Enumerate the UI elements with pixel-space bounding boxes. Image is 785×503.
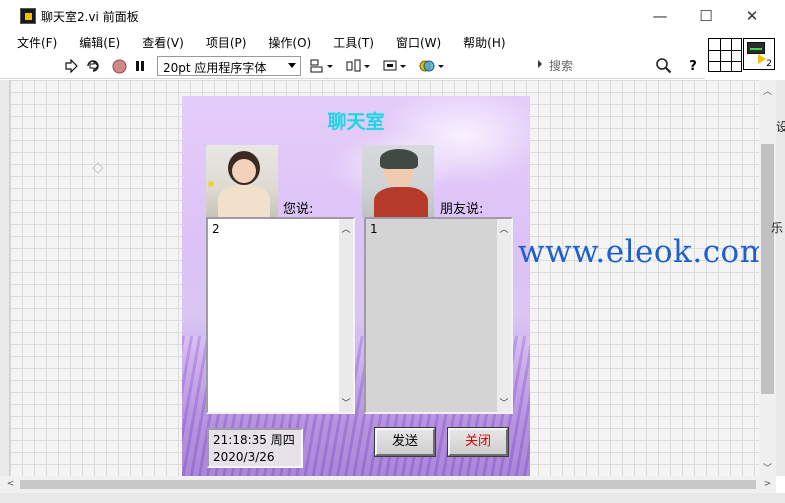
vi-icon[interactable]: 2 <box>743 38 775 70</box>
photo-hat <box>380 149 418 169</box>
bottom-edge-strip <box>0 493 785 503</box>
friend-message-scrollbar[interactable]: ︿ ﹀ <box>497 219 511 412</box>
run-arrow-icon[interactable] <box>62 57 80 75</box>
left-edge-strip <box>0 80 10 476</box>
menu-window[interactable]: 窗口(W) <box>396 31 448 53</box>
menu-operate[interactable]: 操作(O) <box>268 31 318 53</box>
friend-message-label: 朋友说: <box>440 202 484 217</box>
maximize-button[interactable]: ☐ <box>686 4 726 28</box>
vi-icon-number: 2 <box>766 59 772 69</box>
menu-view[interactable]: 查看(V) <box>142 31 191 53</box>
vi-icon-screen <box>747 42 765 54</box>
scroll-down-icon[interactable]: ﹀ <box>759 461 776 474</box>
scroll-up-icon[interactable]: ︿ <box>759 84 776 97</box>
font-selector-value: 20pt 应用程序字体 <box>163 61 267 75</box>
time-text: 21:18:35 周四 <box>213 433 295 447</box>
distribute-objects-icon[interactable] <box>345 57 373 75</box>
search-icon[interactable] <box>655 57 672 77</box>
scroll-up-icon[interactable]: ︿ <box>499 222 509 235</box>
photo-flower <box>208 181 214 187</box>
context-help-icon[interactable]: ? <box>684 57 702 75</box>
menu-tools[interactable]: 工具(T) <box>333 31 381 53</box>
reorder-icon[interactable] <box>418 57 446 75</box>
search-box <box>537 56 677 76</box>
window-title: 聊天室2.vi 前面板 <box>41 10 139 24</box>
close-button[interactable]: 关闭 <box>447 427 509 457</box>
labview-app-icon <box>20 8 36 24</box>
clipped-side-text: 设 <box>776 120 785 134</box>
my-avatar-photo <box>206 145 278 217</box>
scroll-left-icon[interactable]: < <box>2 479 19 489</box>
run-continuously-icon[interactable] <box>84 57 102 75</box>
vertical-scroll-thumb[interactable] <box>761 144 774 394</box>
menu-bar: 文件(F) 编辑(E) 查看(V) 项目(P) 操作(O) 工具(T) 窗口(W… <box>0 31 705 53</box>
scroll-up-icon[interactable]: ︿ <box>341 222 351 235</box>
menu-project[interactable]: 项目(P) <box>206 31 254 53</box>
scroll-down-icon[interactable]: ﹀ <box>499 396 509 409</box>
chat-room-panel: 聊天室 您说: 朋友说: 2 ︿ ﹀ 1 ︿ ﹀ 21:18:35 周四 202… <box>182 96 530 476</box>
font-selector[interactable]: 20pt 应用程序字体 <box>157 56 301 76</box>
scroll-right-icon[interactable]: > <box>759 479 776 489</box>
origin-marker-icon <box>92 162 104 174</box>
timestamp-display: 21:18:35 周四 2020/3/26 <box>207 428 303 468</box>
resize-objects-icon[interactable] <box>381 57 409 75</box>
menu-help[interactable]: 帮助(H) <box>463 31 512 53</box>
search-input[interactable] <box>549 58 649 74</box>
right-edge-strip <box>776 80 785 476</box>
menu-edit[interactable]: 编辑(E) <box>79 31 127 53</box>
photo-face <box>232 159 256 183</box>
send-button[interactable]: 发送 <box>374 427 436 457</box>
watermark-text: www.eleok.com <box>518 234 770 270</box>
abort-execution-icon[interactable] <box>110 57 128 75</box>
my-message-text[interactable]: 2 <box>208 219 339 412</box>
connector-pane-icon[interactable] <box>708 38 742 72</box>
align-objects-icon[interactable] <box>309 57 337 75</box>
friend-avatar-photo <box>362 145 434 217</box>
friend-message-textbox[interactable]: 1 ︿ ﹀ <box>364 217 513 414</box>
chevron-down-icon <box>288 63 296 68</box>
horizontal-scroll-thumb[interactable] <box>20 480 756 489</box>
date-text: 2020/3/26 <box>213 450 275 464</box>
labview-front-panel-window: 聊天室2.vi 前面板 — ☐ ✕ 文件(F) 编辑(E) 查看(V) 项目(P… <box>0 0 785 503</box>
menu-file[interactable]: 文件(F) <box>0 31 64 53</box>
panel-title: 聊天室 <box>327 111 385 133</box>
photo-body <box>218 185 270 217</box>
minimize-button[interactable]: — <box>640 4 680 28</box>
vi-icon-arrow <box>758 54 766 64</box>
my-message-scrollbar[interactable]: ︿ ﹀ <box>339 219 353 412</box>
title-bar: 聊天室2.vi 前面板 — ☐ ✕ <box>0 0 785 31</box>
photo-body <box>374 187 428 217</box>
friend-message-text: 1 <box>370 222 378 236</box>
search-expand-icon[interactable] <box>538 60 542 68</box>
scroll-down-icon[interactable]: ﹀ <box>341 396 351 409</box>
my-message-label: 您说: <box>283 202 314 217</box>
clipped-side-text: 乐 <box>771 221 784 235</box>
close-window-button[interactable]: ✕ <box>732 4 772 28</box>
pause-icon[interactable] <box>132 57 148 75</box>
my-message-textbox[interactable]: 2 ︿ ﹀ <box>206 217 355 414</box>
